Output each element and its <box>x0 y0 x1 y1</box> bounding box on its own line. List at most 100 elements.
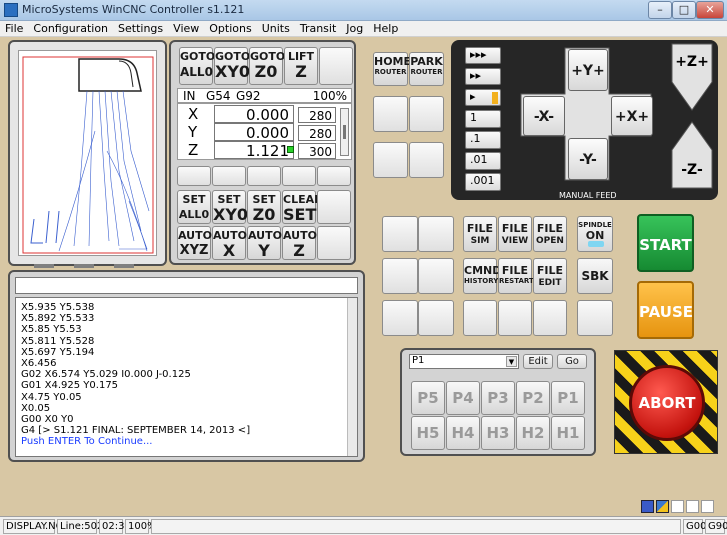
y-feed[interactable]: 280 <box>298 125 336 141</box>
jog-y-plus-button[interactable]: +Y+ <box>568 49 608 91</box>
x-position[interactable]: 0.000 <box>214 105 294 124</box>
step-0-001-button[interactable]: .001 <box>465 173 501 191</box>
blank-button[interactable] <box>247 166 281 186</box>
network-icon[interactable] <box>641 500 654 513</box>
auto-z-button[interactable]: AUTO Z <box>282 226 317 260</box>
feed-override-slider[interactable] <box>340 108 349 156</box>
blank-button[interactable] <box>409 142 444 178</box>
jog-z-plus-button[interactable]: +Z+ <box>672 54 712 70</box>
tray-box-icon[interactable] <box>671 500 684 513</box>
step-1-button[interactable]: 1 <box>465 110 501 128</box>
blank-button[interactable] <box>577 300 613 336</box>
step-0-01-button[interactable]: .01 <box>465 152 501 170</box>
program-slot-h1[interactable]: H1 <box>551 416 585 450</box>
toolpath-preview[interactable] <box>18 50 157 256</box>
jog-x-minus-button[interactable]: -X- <box>523 96 565 136</box>
jog-z-minus-button[interactable]: -Z- <box>672 162 712 178</box>
program-slot-p2[interactable]: P2 <box>516 381 550 415</box>
blank-button[interactable] <box>317 226 351 260</box>
program-slot-h3[interactable]: H3 <box>481 416 515 450</box>
close-button[interactable]: ✕ <box>696 1 724 19</box>
pause-button[interactable]: PAUSE <box>637 281 694 339</box>
minimize-button[interactable]: – <box>648 1 672 19</box>
auto-y-button[interactable]: AUTO Y <box>247 226 282 260</box>
blank-button[interactable] <box>317 166 351 186</box>
blank-button[interactable] <box>177 166 211 186</box>
blank-button[interactable] <box>319 47 353 85</box>
program-slot-p3[interactable]: P3 <box>481 381 515 415</box>
gcode-scrollbar[interactable] <box>347 298 357 456</box>
blank-button[interactable] <box>409 96 444 132</box>
park-router-button[interactable]: PARK ROUTER <box>409 52 444 86</box>
step-0-1-button[interactable]: .1 <box>465 131 501 149</box>
set-all0-button[interactable]: SET ALL0 <box>177 190 211 224</box>
goto-xy0-button[interactable]: GOTO XY0 <box>214 47 250 85</box>
blank-button[interactable] <box>418 216 454 252</box>
command-history-button[interactable]: CMND HISTORY <box>463 258 501 294</box>
chevron-down-icon[interactable]: ▼ <box>506 356 517 367</box>
set-xy0-button[interactable]: SET XY0 <box>212 190 248 224</box>
menu-options[interactable]: Options <box>204 21 256 36</box>
menu-units[interactable]: Units <box>257 21 295 36</box>
tray-box-icon[interactable] <box>701 500 714 513</box>
file-view-button[interactable]: FILE VIEW <box>498 216 532 252</box>
menu-settings[interactable]: Settings <box>113 21 168 36</box>
program-slot-h5[interactable]: H5 <box>411 416 445 450</box>
speed-fast-button[interactable]: ▸▸ <box>465 68 501 85</box>
single-block-button[interactable]: SBK <box>577 258 613 294</box>
jog-y-minus-button[interactable]: -Y- <box>568 138 608 180</box>
blank-button[interactable] <box>373 96 408 132</box>
blank-button[interactable] <box>212 166 246 186</box>
y-position[interactable]: 0.000 <box>214 123 294 142</box>
set-z0-button[interactable]: SET Z0 <box>247 190 281 224</box>
blank-button[interactable] <box>282 166 316 186</box>
menu-jog[interactable]: Jog <box>341 21 368 36</box>
file-open-button[interactable]: FILE OPEN <box>533 216 567 252</box>
blank-button[interactable] <box>382 300 418 336</box>
menu-file[interactable]: File <box>0 21 28 36</box>
home-router-button[interactable]: HOME ROUTER <box>373 52 411 86</box>
program-slot-h4[interactable]: H4 <box>446 416 480 450</box>
go-program-button[interactable]: Go <box>557 354 587 369</box>
blank-button[interactable] <box>418 300 454 336</box>
blank-button[interactable] <box>533 300 567 336</box>
start-button[interactable]: START <box>637 214 694 272</box>
slider-thumb[interactable] <box>343 125 346 139</box>
program-slot-p1[interactable]: P1 <box>551 381 585 415</box>
blank-button[interactable] <box>382 216 418 252</box>
spindle-on-button[interactable]: SPINDLE ON <box>577 216 613 252</box>
blank-button[interactable] <box>418 258 454 294</box>
flag-icon[interactable] <box>656 500 669 513</box>
program-slot-h2[interactable]: H2 <box>516 416 550 450</box>
speed-rapid-button[interactable]: ▸▸▸ <box>465 47 501 64</box>
edit-program-button[interactable]: Edit <box>523 354 553 369</box>
menu-view[interactable]: View <box>168 21 204 36</box>
program-select[interactable]: P1 ▼ <box>409 354 519 369</box>
blank-button[interactable] <box>382 258 418 294</box>
goto-all0-button[interactable]: GOTO ALL0 <box>179 47 215 85</box>
blank-button[interactable] <box>463 300 497 336</box>
blank-button[interactable] <box>498 300 532 336</box>
blank-button[interactable] <box>317 190 351 224</box>
gcode-listing[interactable]: X5.935 Y5.538 X5.892 Y5.533 X5.85 Y5.53 … <box>15 297 358 457</box>
program-slot-p5[interactable]: P5 <box>411 381 445 415</box>
menu-transit[interactable]: Transit <box>295 21 341 36</box>
auto-x-button[interactable]: AUTO X <box>212 226 247 260</box>
menu-help[interactable]: Help <box>368 21 403 36</box>
tray-box-icon[interactable] <box>686 500 699 513</box>
x-feed[interactable]: 280 <box>298 107 336 123</box>
blank-button[interactable] <box>373 142 408 178</box>
program-slot-p4[interactable]: P4 <box>446 381 480 415</box>
z-position[interactable]: 1.121 <box>214 141 294 160</box>
lift-z-button[interactable]: LIFT Z <box>284 47 318 85</box>
goto-z0-button[interactable]: GOTO Z0 <box>249 47 285 85</box>
z-feed[interactable]: 300 <box>298 143 336 159</box>
file-edit-button[interactable]: FILE EDIT <box>533 258 567 294</box>
speed-slow-button[interactable]: ▸ <box>465 89 501 106</box>
clear-set-button[interactable]: CLEAR SET <box>282 190 323 224</box>
file-restart-button[interactable]: FILE RESTART <box>498 258 534 294</box>
command-input[interactable] <box>15 277 358 294</box>
file-sim-button[interactable]: FILE SIM <box>463 216 497 252</box>
abort-button[interactable]: ABORT <box>629 365 705 441</box>
maximize-button[interactable]: □ <box>672 1 696 19</box>
